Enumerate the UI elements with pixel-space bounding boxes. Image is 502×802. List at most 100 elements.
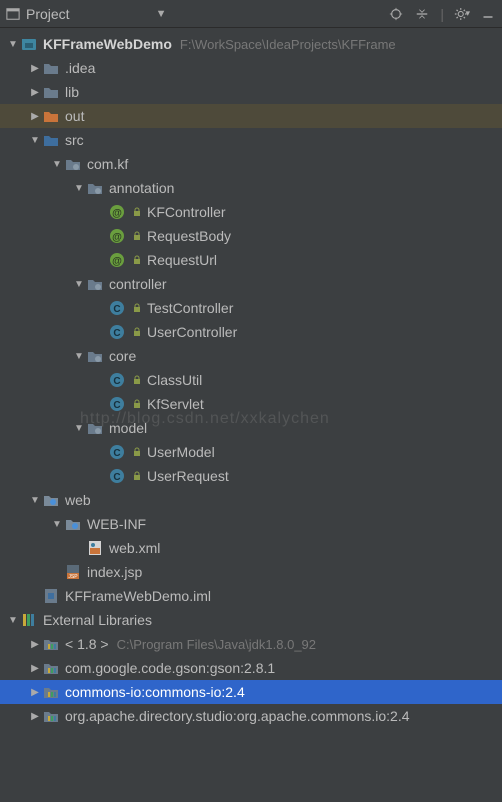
folder-src-icon	[42, 131, 60, 149]
file-iml[interactable]: KFFrameWebDemo.iml	[0, 584, 502, 608]
jsp-icon: JSP	[64, 563, 82, 581]
class-kfservlet[interactable]: CKfServlet	[0, 392, 502, 416]
svg-text:JSP: JSP	[68, 574, 78, 580]
class-icon: C	[108, 323, 126, 341]
folder-web[interactable]: web	[0, 488, 502, 512]
lock-icon	[131, 470, 143, 482]
folder-out[interactable]: out	[0, 104, 502, 128]
expand-arrow-icon[interactable]	[28, 639, 42, 650]
folder-web-icon	[64, 515, 82, 533]
tree-item-label: src	[65, 132, 84, 148]
expand-arrow-icon[interactable]	[50, 159, 64, 170]
class-requestbody[interactable]: @RequestBody	[0, 224, 502, 248]
tree-item-label: KFFrameWebDemo.iml	[65, 588, 211, 604]
expand-arrow-icon[interactable]	[28, 663, 42, 674]
svg-text:C: C	[113, 328, 120, 339]
svg-text:C: C	[113, 304, 120, 315]
lib-icon	[42, 707, 60, 725]
class-usermodel[interactable]: C UserModel	[0, 440, 502, 464]
lib-commons-io[interactable]: commons-io:commons-io:2.4	[0, 680, 502, 704]
svg-text:@: @	[112, 256, 122, 267]
tree-item-label: .idea	[65, 60, 95, 76]
lock-icon	[131, 398, 143, 410]
target-icon[interactable]	[388, 6, 404, 22]
class-icon: C	[108, 443, 126, 461]
folder-webinf[interactable]: WEB-INF	[0, 512, 502, 536]
toolbar-divider: |	[440, 6, 444, 22]
file-webxml[interactable]: web.xml	[0, 536, 502, 560]
chevron-down-icon[interactable]: ▼	[156, 8, 167, 20]
tree-item-label: UserModel	[147, 444, 215, 460]
svg-text:C: C	[113, 376, 120, 387]
tree-item-label: WEB-INF	[87, 516, 146, 532]
class-testcontroller[interactable]: C TestController	[0, 296, 502, 320]
expand-arrow-icon[interactable]	[28, 495, 42, 506]
tree-item-label: commons-io:commons-io:2.4	[65, 684, 245, 700]
expand-arrow-icon[interactable]	[28, 135, 42, 146]
tree-item-label: TestController	[147, 300, 233, 316]
svg-text:C: C	[113, 472, 120, 483]
project-tree[interactable]: KFFrameWebDemoF:\WorkSpace\IdeaProjects\…	[0, 28, 502, 728]
xml-icon	[86, 539, 104, 557]
tree-item-label: web.xml	[109, 540, 160, 556]
expand-arrow-icon[interactable]	[28, 711, 42, 722]
pkg-model[interactable]: model	[0, 416, 502, 440]
package-icon	[86, 419, 104, 437]
class-kfcontroller[interactable]: @KFController	[0, 200, 502, 224]
tree-item-label: RequestUrl	[147, 252, 217, 268]
tree-item-label: out	[65, 108, 84, 124]
tree-item-label: model	[109, 420, 147, 436]
class-requesturl[interactable]: @ RequestUrl	[0, 248, 502, 272]
hide-icon[interactable]	[480, 6, 496, 22]
folder-lib[interactable]: lib	[0, 80, 502, 104]
pkg-com-kf[interactable]: com.kf	[0, 152, 502, 176]
pkg-controller[interactable]: controller	[0, 272, 502, 296]
expand-arrow-icon[interactable]	[72, 351, 86, 362]
expand-arrow-icon[interactable]	[50, 519, 64, 530]
expand-arrow-icon[interactable]	[6, 615, 20, 626]
pkg-annotation[interactable]: annotation	[0, 176, 502, 200]
folder-icon	[42, 59, 60, 77]
lib-icon	[42, 683, 60, 701]
tree-item-label: core	[109, 348, 136, 364]
file-indexjsp[interactable]: JSP index.jsp	[0, 560, 502, 584]
package-icon	[86, 275, 104, 293]
collapse-icon[interactable]	[414, 6, 430, 22]
folder-idea[interactable]: .idea	[0, 56, 502, 80]
external-libraries[interactable]: External Libraries	[0, 608, 502, 632]
lib-gson[interactable]: com.google.code.gson:gson:2.8.1	[0, 656, 502, 680]
expand-arrow-icon[interactable]	[28, 87, 42, 98]
gear-icon[interactable]: ▾	[454, 6, 470, 22]
class-userrequest[interactable]: C UserRequest	[0, 464, 502, 488]
expand-arrow-icon[interactable]	[28, 63, 42, 74]
expand-arrow-icon[interactable]	[28, 111, 42, 122]
tree-item-label: UserRequest	[147, 468, 229, 484]
project-root[interactable]: KFFrameWebDemoF:\WorkSpace\IdeaProjects\…	[0, 32, 502, 56]
svg-text:C: C	[113, 448, 120, 459]
class-usercontroller[interactable]: CUserController	[0, 320, 502, 344]
folder-src[interactable]: src	[0, 128, 502, 152]
class-classutil[interactable]: C ClassUtil	[0, 368, 502, 392]
lib-apache-commons-io[interactable]: org.apache.directory.studio:org.apache.c…	[0, 704, 502, 728]
expand-arrow-icon[interactable]	[28, 687, 42, 698]
tree-item-label: web	[65, 492, 91, 508]
expand-arrow-icon[interactable]	[72, 423, 86, 434]
lib-jdk[interactable]: < 1.8 >C:\Program Files\Java\jdk1.8.0_92	[0, 632, 502, 656]
tree-item-label: ClassUtil	[147, 372, 202, 388]
folder-icon	[42, 83, 60, 101]
package-icon	[86, 179, 104, 197]
anno-icon: @	[108, 251, 126, 269]
lock-icon	[131, 374, 143, 386]
lock-icon	[131, 230, 143, 242]
folder-out-icon	[42, 107, 60, 125]
expand-arrow-icon[interactable]	[72, 279, 86, 290]
pkg-core[interactable]: core	[0, 344, 502, 368]
package-icon	[64, 155, 82, 173]
tree-item-path: C:\Program Files\Java\jdk1.8.0_92	[117, 637, 316, 652]
expand-arrow-icon[interactable]	[72, 183, 86, 194]
expand-arrow-icon[interactable]	[6, 39, 20, 50]
tree-item-label: index.jsp	[87, 564, 142, 580]
toolbar-title[interactable]: Project	[26, 6, 70, 22]
package-icon	[86, 347, 104, 365]
svg-text:C: C	[113, 400, 120, 411]
